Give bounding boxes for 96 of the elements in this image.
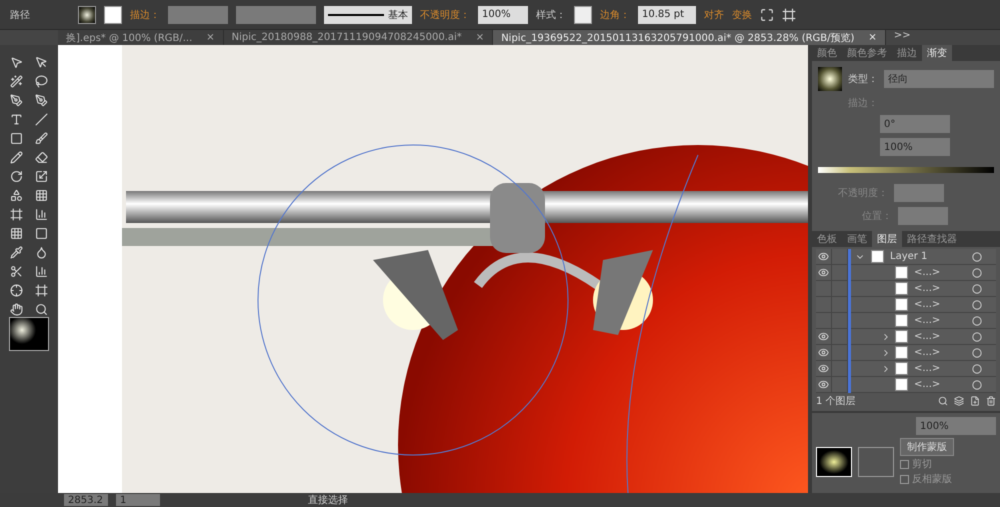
- checkbox[interactable]: [900, 460, 909, 468]
- tool-icon[interactable]: [35, 189, 48, 202]
- location-field[interactable]: [898, 207, 948, 225]
- search-icon[interactable]: [938, 396, 948, 406]
- page-field[interactable]: 1: [116, 494, 160, 506]
- tool-icon[interactable]: [10, 75, 23, 88]
- opacity-field[interactable]: [894, 184, 944, 202]
- object-type-label: 路径: [10, 8, 31, 22]
- layer-thumbnail: [895, 330, 908, 343]
- layer-count: 1 个图层: [816, 395, 856, 408]
- panel-tab[interactable]: 渐变: [922, 45, 952, 61]
- style-label: 样式：: [536, 8, 566, 22]
- variable-width-dropdown[interactable]: [236, 6, 316, 24]
- tool-icon[interactable]: [35, 75, 48, 88]
- tool-icon[interactable]: [35, 303, 48, 316]
- visibility-icon[interactable]: [818, 267, 829, 278]
- document-tab[interactable]: Nipic_20180988_20171119094708245000.ai* ×: [224, 30, 494, 45]
- tool-icon[interactable]: [10, 189, 23, 202]
- layer-thumbnail: [895, 362, 908, 375]
- type-label: 类型：: [848, 72, 878, 86]
- tool-icon[interactable]: [35, 284, 48, 297]
- tool-icon[interactable]: [35, 227, 48, 240]
- opacity-field[interactable]: 100%: [916, 417, 996, 435]
- tool-icon[interactable]: [10, 303, 23, 316]
- layer-thumbnail: [895, 378, 908, 391]
- tool-icon[interactable]: [35, 246, 48, 259]
- panel-tab[interactable]: 颜色参考: [842, 45, 892, 61]
- tool-icon[interactable]: [10, 56, 23, 69]
- tool-icon[interactable]: [35, 151, 48, 164]
- type-dropdown[interactable]: 径向: [884, 70, 994, 88]
- new-layer-icon[interactable]: [970, 396, 980, 406]
- panel-tab[interactable]: 色板: [812, 231, 842, 247]
- tool-icon[interactable]: [10, 246, 23, 259]
- opacity-link[interactable]: 不透明度：: [420, 8, 470, 22]
- opacity-field[interactable]: 100%: [478, 6, 528, 24]
- layer-thumbnail: [895, 282, 908, 295]
- corner-link[interactable]: 边角：: [600, 8, 630, 22]
- tool-icon[interactable]: [35, 94, 48, 107]
- layer-thumbnail: [895, 298, 908, 311]
- layers-icon[interactable]: [954, 396, 964, 406]
- tool-icon[interactable]: [10, 113, 23, 126]
- panel-tab[interactable]: 颜色: [812, 45, 842, 61]
- layer-thumbnail: [895, 314, 908, 327]
- visibility-icon[interactable]: [818, 331, 829, 342]
- object-thumbnail: [816, 447, 852, 477]
- tool-icon[interactable]: [35, 113, 48, 126]
- visibility-icon[interactable]: [818, 347, 829, 358]
- fill-stroke-swatches[interactable]: [9, 316, 49, 350]
- isolate-icon[interactable]: [760, 8, 774, 22]
- fill-swatch[interactable]: [78, 6, 96, 24]
- style-swatch[interactable]: [574, 6, 592, 24]
- checkbox[interactable]: [900, 474, 909, 484]
- tool-icon[interactable]: [10, 170, 23, 183]
- tool-icon[interactable]: [10, 227, 23, 240]
- gradient-preview: [818, 67, 842, 91]
- panel-tab[interactable]: 路径查找器: [902, 231, 962, 247]
- tool-icon[interactable]: [35, 170, 48, 183]
- tool-icon[interactable]: [10, 151, 23, 164]
- document-tab[interactable]: Nipic_19369522_20150113163205791000.ai* @ 2853.28% (RGB/预览) ×: [493, 30, 886, 45]
- panel-tab[interactable]: 描边: [892, 45, 922, 61]
- stroke-link[interactable]: 描边：: [130, 8, 160, 22]
- current-tool-label: 直接选择: [308, 494, 348, 507]
- panel-link[interactable]: 对齐: [704, 8, 724, 22]
- mask-thumbnail: [858, 447, 894, 477]
- tool-icon[interactable]: [35, 56, 48, 69]
- tool-icon[interactable]: [10, 208, 23, 221]
- visibility-icon[interactable]: [818, 379, 829, 390]
- tool-icon[interactable]: [10, 284, 23, 297]
- aspect-field[interactable]: 100%: [880, 138, 950, 156]
- tool-icon[interactable]: [35, 132, 48, 145]
- panel-tab[interactable]: 图层: [872, 231, 902, 247]
- zoom-field[interactable]: 2853.2: [64, 494, 108, 506]
- tool-icon[interactable]: [10, 265, 23, 278]
- checkbox-label: 剪切: [912, 458, 932, 471]
- checkbox-label: 反相蒙版: [912, 472, 952, 486]
- delete-icon[interactable]: [986, 396, 996, 406]
- document-tab[interactable]: 换].eps* @ 100% (RGB/... ×: [58, 30, 224, 45]
- angle-field[interactable]: 0°: [880, 115, 950, 133]
- tool-icon[interactable]: [10, 132, 23, 145]
- brush-dropdown[interactable]: 基本: [324, 6, 412, 24]
- transform-icon[interactable]: [782, 8, 796, 22]
- layer-thumbnail: [895, 346, 908, 359]
- panel-tab[interactable]: 画笔: [842, 231, 872, 247]
- make-mask-button[interactable]: 制作蒙版: [900, 438, 954, 456]
- layer-thumbnail: [895, 266, 908, 279]
- visibility-icon[interactable]: [818, 251, 829, 262]
- panel-link[interactable]: 变换: [732, 8, 752, 22]
- layer-thumbnail: [871, 250, 884, 263]
- tool-icon[interactable]: [35, 265, 48, 278]
- tool-icon[interactable]: [10, 94, 23, 107]
- tabs-overflow[interactable]: >>: [894, 30, 911, 45]
- corner-field[interactable]: 10.85 pt: [638, 6, 696, 24]
- stroke-swatch[interactable]: [104, 6, 122, 24]
- visibility-icon[interactable]: [818, 363, 829, 374]
- tool-icon[interactable]: [35, 208, 48, 221]
- stroke-weight-field[interactable]: [168, 6, 228, 24]
